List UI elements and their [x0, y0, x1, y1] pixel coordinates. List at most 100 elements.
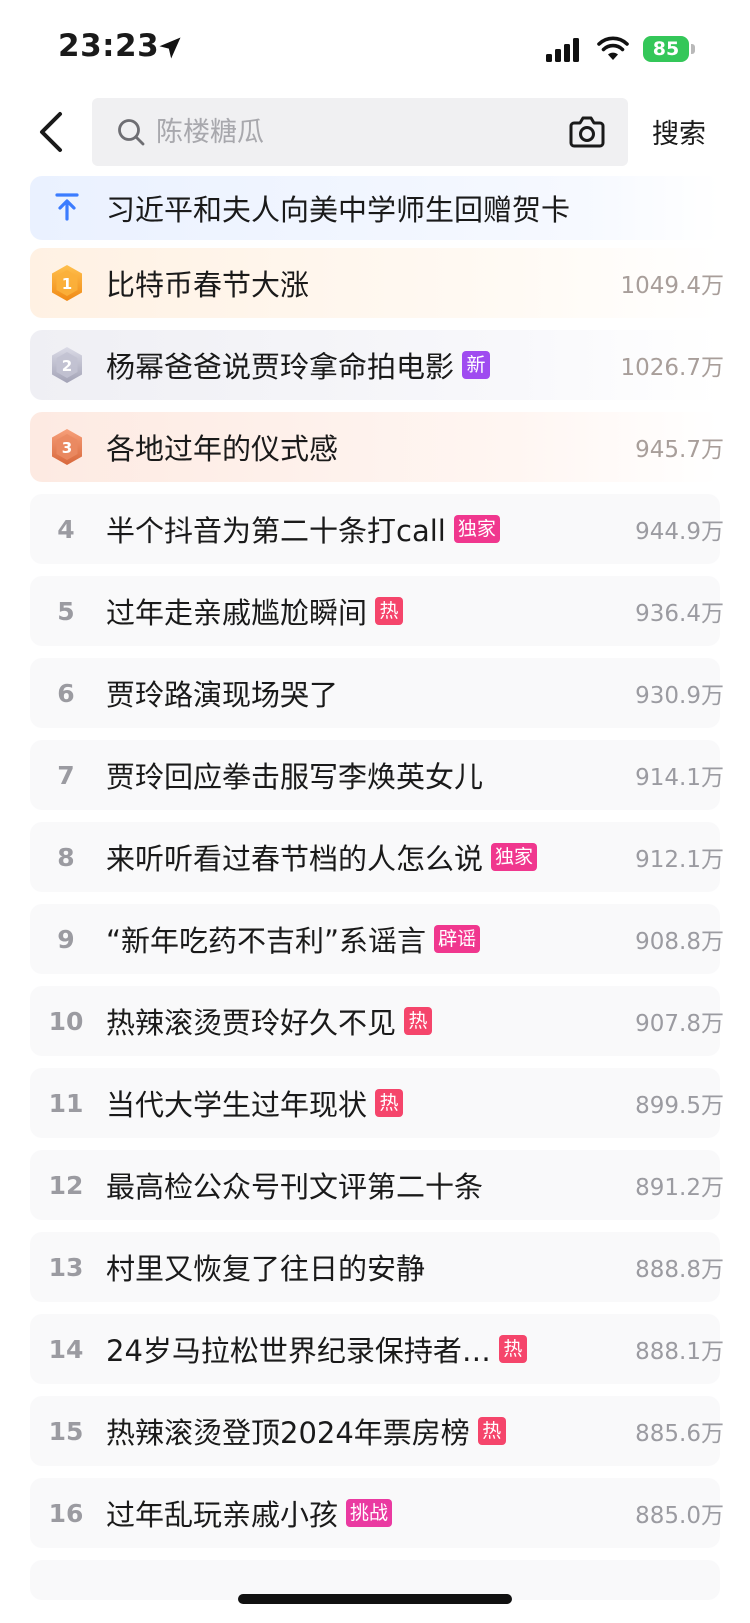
item-title: 比特币春节大涨 — [106, 268, 310, 302]
list-item[interactable]: 1 比特币春节大涨 1049.4万 — [30, 248, 724, 318]
list-item[interactable]: 2 杨幂爸爸说贾玲拿命拍电影 新 1026.7万 — [30, 330, 724, 400]
list-item[interactable]: 3 各地过年的仪式感 945.7万 — [30, 412, 724, 482]
title-wrap: 半个抖音为第二十条打call 独家 — [106, 494, 500, 564]
status-time: 23:23 — [58, 28, 160, 64]
hot-count: 899.5万 — [635, 1093, 724, 1119]
pinned-title: 习近平和夫人向美中学师生回赠贺卡 — [106, 193, 571, 227]
hot-count: 885.0万 — [635, 1503, 724, 1529]
pin-top-icon — [55, 193, 79, 221]
item-title: 半个抖音为第二十条打call — [106, 514, 446, 548]
title-wrap: 当代大学生过年现状 热 — [106, 1068, 404, 1138]
rank-number: 7 — [57, 760, 75, 790]
chevron-left-icon[interactable] — [34, 110, 68, 154]
rank-number: 5 — [57, 596, 75, 626]
item-title: 热辣滚烫登顶2024年票房榜 — [106, 1416, 470, 1450]
item-title: 最高检公众号刊文评第二十条 — [106, 1170, 484, 1204]
title-wrap: 杨幂爸爸说贾玲拿命拍电影 新 — [106, 330, 491, 400]
hot-count: 888.8万 — [635, 1257, 724, 1283]
item-title: 村里又恢复了往日的安静 — [106, 1252, 426, 1286]
hot-badge: 热 — [477, 1417, 506, 1445]
hot-count: 936.4万 — [635, 601, 724, 627]
title-wrap: 来听听看过春节档的人怎么说 独家 — [106, 822, 538, 892]
search-box[interactable] — [92, 98, 628, 166]
rank-number: 6 — [57, 678, 75, 708]
hot-count: 1049.4万 — [620, 273, 724, 299]
pinned-item[interactable]: 习近平和夫人向美中学师生回赠贺卡 — [30, 176, 720, 240]
hot-count: 1026.7万 — [620, 355, 724, 381]
list-item[interactable]: 8 来听听看过春节档的人怎么说 独家 912.1万 — [30, 822, 724, 892]
list-item[interactable]: 13 村里又恢复了往日的安静 888.8万 — [30, 1232, 724, 1302]
battery-level: 85 — [652, 38, 680, 60]
item-title: 当代大学生过年现状 — [106, 1088, 368, 1122]
list-item[interactable]: 4 半个抖音为第二十条打call 独家 944.9万 — [30, 494, 724, 564]
rank-number: 9 — [57, 924, 75, 954]
title-wrap: 热辣滚烫贾玲好久不见 热 — [106, 986, 433, 1056]
list-item[interactable]: 15 热辣滚烫登顶2024年票房榜 热 885.6万 — [30, 1396, 724, 1466]
title-wrap: 最高检公众号刊文评第二十条 — [106, 1150, 483, 1220]
list-item[interactable]: 9 “新年吃药不吉利”系谣言 辟谣 908.8万 — [30, 904, 724, 974]
rank-number: 4 — [57, 514, 75, 544]
hot-count: 908.8万 — [635, 929, 724, 955]
list-item[interactable]: 14 24岁马拉松世界纪录保持者… 热 888.1万 — [30, 1314, 724, 1384]
hot-count: 885.6万 — [635, 1421, 724, 1447]
rank-3-medal-icon: 3 — [52, 429, 82, 465]
rank-number: 2 — [62, 357, 72, 375]
list-item[interactable]: 5 过年走亲戚尴尬瞬间 热 936.4万 — [30, 576, 724, 646]
battery-cap — [691, 44, 695, 54]
search-input[interactable] — [156, 98, 556, 166]
list-item[interactable]: 6 贾玲路演现场哭了 930.9万 — [30, 658, 724, 728]
search-button[interactable]: 搜索 — [652, 112, 706, 151]
title-wrap: 习近平和夫人向美中学师生回赠贺卡 — [106, 176, 570, 240]
hot-badge: 热 — [375, 597, 404, 625]
item-title: 各地过年的仪式感 — [106, 432, 339, 466]
item-title: 过年乱玩亲戚小孩 — [106, 1498, 339, 1532]
title-wrap: 过年乱玩亲戚小孩 挑战 — [106, 1478, 393, 1548]
hot-badge: 热 — [404, 1007, 433, 1035]
rank-number: 14 — [48, 1334, 84, 1364]
signal-icon — [546, 38, 579, 62]
hot-count: 912.1万 — [635, 847, 724, 873]
rank-number: 3 — [62, 439, 72, 457]
title-wrap: 各地过年的仪式感 — [106, 412, 338, 482]
item-title: 贾玲路演现场哭了 — [106, 678, 339, 712]
title-wrap: 贾玲路演现场哭了 — [106, 658, 338, 728]
rank-number: 15 — [48, 1416, 84, 1446]
list-item[interactable]: 10 热辣滚烫贾玲好久不见 热 907.8万 — [30, 986, 724, 1056]
hot-count: 888.1万 — [635, 1339, 724, 1365]
rank-number: 10 — [48, 1006, 84, 1036]
title-wrap: 贾玲回应拳击服写李焕英女儿 — [106, 740, 483, 810]
hot-count: 945.7万 — [635, 437, 724, 463]
item-title: 24岁马拉松世界纪录保持者… — [106, 1334, 491, 1368]
hot-count: 907.8万 — [635, 1011, 724, 1037]
title-wrap: “新年吃药不吉利”系谣言 辟谣 — [106, 904, 481, 974]
item-title: 过年走亲戚尴尬瞬间 — [106, 596, 368, 630]
rank-number: 11 — [48, 1088, 84, 1118]
exclusive-badge: 独家 — [491, 843, 538, 871]
title-wrap: 比特币春节大涨 — [106, 248, 309, 318]
hot-count: 891.2万 — [635, 1175, 724, 1201]
camera-icon[interactable] — [568, 114, 606, 150]
title-wrap: 24岁马拉松世界纪录保持者… 热 — [106, 1314, 527, 1384]
wifi-icon — [597, 36, 629, 60]
rank-number: 8 — [57, 842, 75, 872]
rank-1-medal-icon: 1 — [52, 265, 82, 301]
rank-2-medal-icon: 2 — [52, 347, 82, 383]
item-title: 贾玲回应拳击服写李焕英女儿 — [106, 760, 484, 794]
list-item[interactable]: 11 当代大学生过年现状 热 899.5万 — [30, 1068, 724, 1138]
new-badge: 新 — [462, 351, 491, 379]
item-title: 杨幂爸爸说贾玲拿命拍电影 — [106, 350, 455, 384]
list-item[interactable]: 7 贾玲回应拳击服写李焕英女儿 914.1万 — [30, 740, 724, 810]
rumor-badge: 辟谣 — [434, 925, 481, 953]
status-bar: 23:23 85 — [0, 0, 750, 90]
list-item[interactable]: 12 最高检公众号刊文评第二十条 891.2万 — [30, 1150, 724, 1220]
rank-number: 16 — [48, 1498, 84, 1528]
hot-count: 914.1万 — [635, 765, 724, 791]
location-arrow-icon — [159, 37, 181, 59]
title-wrap: 热辣滚烫登顶2024年票房榜 热 — [106, 1396, 506, 1466]
list-item[interactable]: 16 过年乱玩亲戚小孩 挑战 885.0万 — [30, 1478, 724, 1548]
exclusive-badge: 独家 — [453, 515, 500, 543]
home-indicator[interactable] — [238, 1594, 512, 1604]
rank-number: 1 — [62, 275, 72, 293]
item-title: 来听听看过春节档的人怎么说 — [106, 842, 484, 876]
rank-number: 12 — [48, 1170, 84, 1200]
